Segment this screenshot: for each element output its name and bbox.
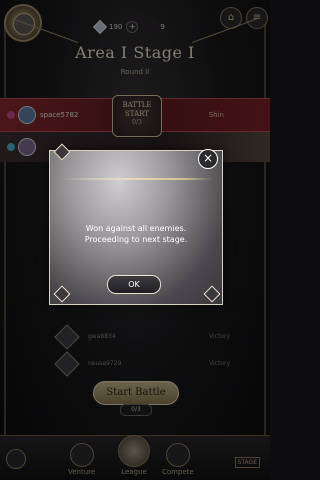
dialog-message-line2: Proceeding to next stage. (84, 235, 188, 244)
game-screen: 190 + 9 ⌂ ≡ Area I Stage I Round II spac… (0, 0, 270, 480)
result-dialog: Won against all enemies. Proceeding to n… (49, 143, 223, 305)
dialog-divider (60, 178, 212, 180)
dialog-message-line1: Won against all enemies. (85, 224, 187, 233)
ok-button[interactable]: OK (107, 275, 161, 294)
close-icon[interactable]: × (198, 149, 218, 169)
dialog-corner-ornament (203, 285, 221, 303)
dialog-corner-ornament (53, 285, 71, 303)
dialog-message: Won against all enemies. Proceeding to n… (50, 223, 222, 245)
